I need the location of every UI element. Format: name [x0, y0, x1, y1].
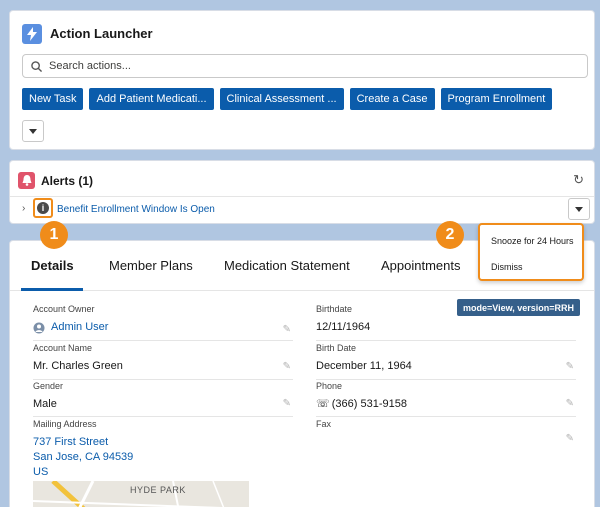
edit-pencil-icon[interactable]: ✎ — [566, 398, 574, 409]
tab-details[interactable]: Details — [31, 258, 74, 273]
map-label: HYDE PARK — [130, 485, 186, 495]
field-value: Male — [33, 398, 57, 410]
address-line[interactable]: San Jose, CA 94539 — [33, 450, 293, 465]
field-value: Mr. Charles Green — [33, 360, 123, 372]
field-mailing-address: Mailing Address 737 First Street San Jos… — [33, 419, 293, 479]
search-icon — [23, 60, 49, 72]
action-buttons: New Task Add Patient Medicati... Clinica… — [22, 88, 553, 110]
callout-badge-2: 2 — [436, 221, 464, 249]
edit-pencil-icon[interactable]: ✎ — [283, 361, 291, 372]
field-fax: Fax ✎ — [316, 419, 576, 455]
program-enrollment-button[interactable]: Program Enrollment — [440, 88, 553, 110]
caret-down-icon — [29, 128, 37, 134]
callout-badge-1: 1 — [40, 221, 68, 249]
edit-pencil-icon[interactable]: ✎ — [283, 398, 291, 409]
alert-action-menu: Snooze for 24 Hours Dismiss — [478, 223, 584, 281]
field-label: Mailing Address — [33, 419, 97, 429]
field-value: 12/11/1964 — [316, 321, 371, 333]
field-label: Birth Date — [316, 343, 357, 353]
lightning-icon — [22, 24, 42, 44]
info-icon: i — [37, 202, 49, 214]
phone-number[interactable]: (366) 531-9158 — [332, 397, 407, 412]
tab-medication-statement[interactable]: Medication Statement — [224, 258, 350, 273]
field-value: December 11, 1964 — [316, 360, 412, 372]
bell-icon — [18, 172, 35, 189]
field-divider — [316, 379, 576, 380]
add-patient-medication-button[interactable]: Add Patient Medicati... — [89, 88, 214, 110]
field-label: Account Name — [33, 343, 93, 353]
edit-pencil-icon[interactable]: ✎ — [283, 324, 291, 335]
caret-down-icon — [575, 206, 583, 212]
alerts-divider — [10, 196, 594, 197]
field-divider — [316, 340, 576, 341]
user-avatar-icon — [33, 322, 45, 333]
field-account-owner: Account Owner Admin User ✎ — [33, 304, 293, 341]
field-birth-date: Birth Date December 11, 1964 ✎ — [316, 343, 576, 380]
field-divider — [33, 416, 293, 417]
address-map[interactable]: HYDE PARK — [33, 481, 249, 507]
refresh-icon[interactable]: ↻ — [573, 172, 584, 188]
field-label: Gender — [33, 381, 64, 391]
alert-menu-button[interactable] — [568, 198, 590, 220]
clinical-assessment-button[interactable]: Clinical Assessment ... — [219, 88, 344, 110]
action-launcher-card: Action Launcher New Task Add Patient Med… — [9, 10, 595, 150]
field-label: Birthdate — [316, 304, 353, 314]
field-label: Account Owner — [33, 304, 95, 314]
field-value[interactable]: Admin User — [33, 320, 293, 335]
edit-pencil-icon[interactable]: ✎ — [566, 433, 574, 444]
menu-item-dismiss[interactable]: Dismiss — [491, 262, 523, 272]
edit-pencil-icon[interactable]: ✎ — [566, 361, 574, 372]
search-actions-input[interactable] — [49, 60, 569, 72]
create-case-button[interactable]: Create a Case — [349, 88, 435, 110]
address-line[interactable]: 737 First Street — [33, 435, 293, 450]
account-owner-link[interactable]: Admin User — [51, 320, 108, 335]
field-divider — [33, 340, 293, 341]
new-task-button[interactable]: New Task — [22, 88, 84, 110]
mailing-address-link[interactable]: 737 First Street San Jose, CA 94539 US — [33, 435, 293, 480]
field-gender: Gender Male ✎ — [33, 381, 293, 417]
field-label: Phone — [316, 381, 343, 391]
field-value: ☏ (366) 531-9158 — [316, 397, 576, 412]
field-divider — [316, 416, 576, 417]
menu-item-snooze[interactable]: Snooze for 24 Hours — [491, 236, 574, 246]
field-birthdate: Birthdate 12/11/1964 — [316, 304, 576, 341]
field-divider — [33, 379, 293, 380]
field-label: Fax — [316, 419, 332, 429]
field-account-name: Account Name Mr. Charles Green ✎ — [33, 343, 293, 380]
alert-item-link[interactable]: Benefit Enrollment Window Is Open — [57, 204, 215, 215]
field-phone: Phone ☏ (366) 531-9158 ✎ — [316, 381, 576, 417]
tab-appointments[interactable]: Appointments — [381, 258, 461, 273]
alerts-title: Alerts (1) — [41, 174, 94, 188]
alert-info-highlight[interactable]: i — [33, 198, 53, 218]
chevron-right-icon[interactable]: › — [22, 203, 25, 214]
phone-icon[interactable]: ☏ — [316, 397, 330, 412]
more-actions-button[interactable] — [22, 120, 44, 142]
launcher-title: Action Launcher — [50, 26, 153, 41]
active-tab-indicator — [21, 288, 83, 291]
address-line[interactable]: US — [33, 465, 293, 480]
tab-member-plans[interactable]: Member Plans — [109, 258, 193, 273]
search-box[interactable] — [22, 54, 588, 78]
alerts-card: Alerts (1) ↻ › i Benefit Enrollment Wind… — [9, 160, 595, 224]
